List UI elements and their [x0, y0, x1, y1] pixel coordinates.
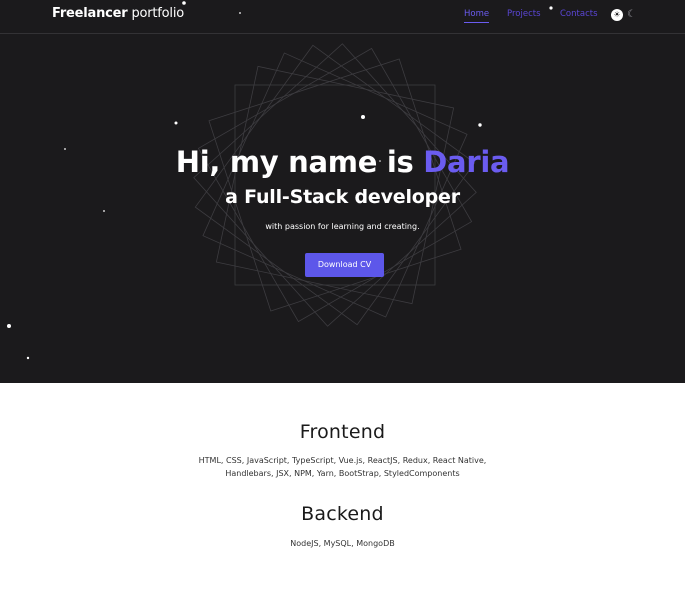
logo-rest: portfolio	[127, 6, 185, 21]
frontend-title: Frontend	[299, 421, 386, 443]
star-icon	[103, 210, 105, 212]
frontend-skills-line-2: Handlebars, JSX, NPM, Yarn, BootStrap, S…	[225, 469, 460, 478]
frontend-section: Frontend HTML, CSS, JavaScript, TypeScri…	[0, 420, 685, 480]
frontend-skills-line-1: HTML, CSS, JavaScript, TypeScript, Vue.j…	[198, 456, 487, 465]
backend-section: Backend NodeJS, MySQL, MongoDB	[0, 502, 685, 550]
star-icon	[7, 324, 11, 328]
site-header: Freelancer portfolio Home Projects Conta…	[0, 0, 685, 34]
nav-contacts-link[interactable]: Contacts	[560, 9, 598, 20]
hero-section: Freelancer portfolio Home Projects Conta…	[0, 0, 685, 383]
moon-icon[interactable]: ☾	[627, 9, 638, 20]
hero-tagline: with passion for learning and creating.	[265, 222, 420, 231]
theme-toggle[interactable]: ☀ ☾	[611, 8, 639, 22]
backend-title: Backend	[301, 503, 384, 525]
nav-projects-link[interactable]: Projects	[507, 9, 541, 20]
logo-bold: Freelancer	[52, 6, 128, 21]
logo[interactable]: Freelancer portfolio	[52, 6, 184, 22]
sun-icon[interactable]: ☀	[611, 9, 623, 21]
hero-role: a Full-Stack developer	[225, 186, 460, 208]
nav-home-link[interactable]: Home	[464, 9, 490, 23]
download-cv-button[interactable]: Download CV	[305, 253, 384, 277]
star-icon	[361, 115, 365, 119]
hero-title: Hi, my name is Daria	[0, 143, 685, 181]
star-icon	[478, 123, 482, 127]
star-icon	[174, 121, 178, 125]
star-icon	[26, 356, 30, 360]
hero-name: Daria	[423, 145, 510, 179]
hero-greeting: Hi, my name is	[175, 145, 424, 179]
backend-skills-line: NodeJS, MySQL, MongoDB	[290, 539, 395, 548]
